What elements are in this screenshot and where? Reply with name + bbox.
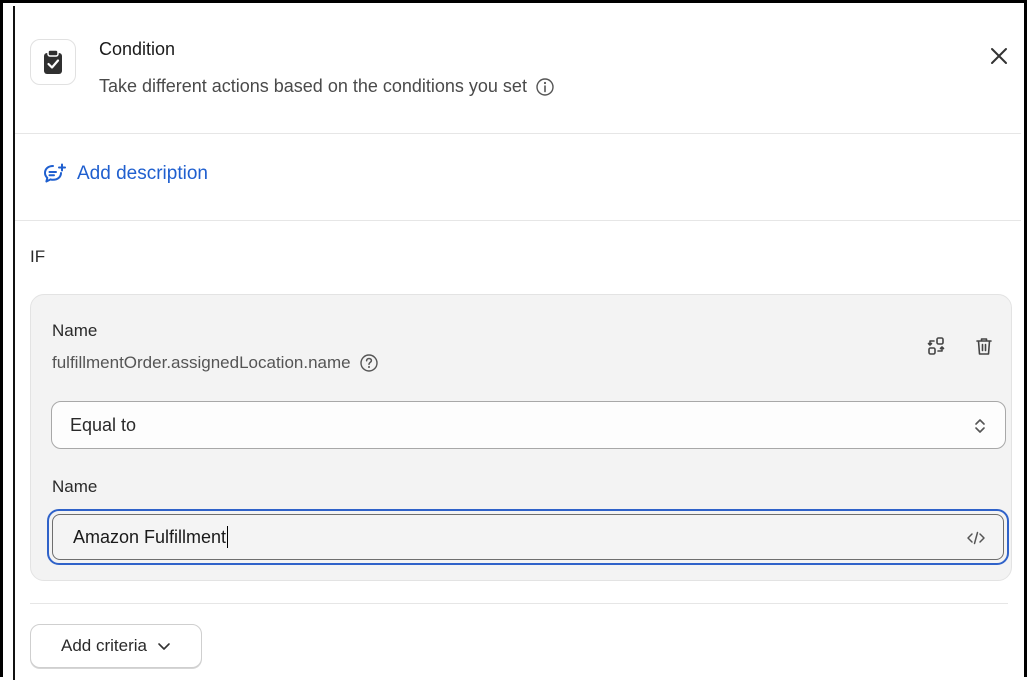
select-chevron-icon: [975, 419, 985, 433]
value-input-focus-ring: Amazon Fulfillment: [47, 509, 1009, 565]
text-caret: [227, 526, 229, 548]
code-icon[interactable]: [965, 527, 987, 549]
field-path: fulfillmentOrder.assignedLocation.name: [52, 353, 379, 373]
subtitle-text: Take different actions based on the cond…: [99, 76, 527, 96]
operator-select[interactable]: Equal to: [51, 401, 1006, 449]
description-row: Add description: [15, 134, 1021, 221]
close-icon: [991, 48, 1007, 64]
add-description-link[interactable]: Add description: [43, 163, 208, 185]
panel-header: Condition Take different actions based o…: [15, 6, 1021, 134]
condition-panel: Condition Take different actions based o…: [0, 0, 1027, 680]
criteria-actions: [925, 335, 995, 357]
value-input[interactable]: Amazon Fulfillment: [52, 514, 1004, 560]
operator-value: Equal to: [70, 414, 137, 435]
swap-variable-icon[interactable]: [925, 335, 947, 357]
clipboard-check-icon: [30, 39, 76, 85]
field-path-text: fulfillmentOrder.assignedLocation.name: [52, 353, 351, 372]
add-criteria-button[interactable]: Add criteria: [30, 624, 202, 668]
panel-subtitle: Take different actions based on the cond…: [99, 76, 555, 97]
help-icon[interactable]: [359, 353, 379, 373]
value-text: Amazon Fulfillment: [73, 526, 227, 547]
condition-criteria-card: Name fulfillmentOrder.assignedLocation.n…: [30, 294, 1012, 581]
panel-title: Condition: [99, 39, 176, 59]
value-label: Name: [52, 477, 98, 496]
comment-add-icon: [44, 163, 66, 183]
footer-divider: [30, 603, 1008, 604]
info-icon[interactable]: [535, 77, 555, 97]
add-description-label: Add description: [77, 163, 208, 184]
add-criteria-label: Add criteria: [61, 636, 147, 655]
delete-icon[interactable]: [973, 335, 995, 357]
close-button[interactable]: [985, 42, 1013, 70]
if-label: IF: [30, 247, 46, 266]
field-name-label: Name: [52, 321, 98, 340]
chevron-down-icon: [158, 643, 170, 650]
